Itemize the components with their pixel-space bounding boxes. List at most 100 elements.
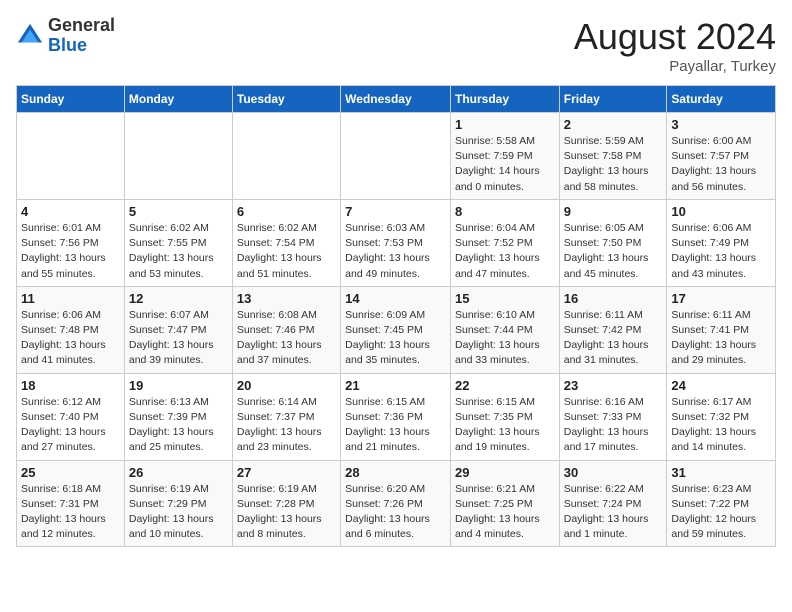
day-info: Sunrise: 6:21 AM Sunset: 7:25 PM Dayligh… bbox=[455, 482, 555, 543]
day-of-week-header: Monday bbox=[124, 86, 232, 113]
day-number: 26 bbox=[129, 465, 228, 480]
day-info: Sunrise: 6:04 AM Sunset: 7:52 PM Dayligh… bbox=[455, 221, 555, 282]
calendar-cell: 7 Sunrise: 6:03 AM Sunset: 7:53 PM Daylig… bbox=[341, 199, 451, 286]
calendar-cell bbox=[17, 113, 125, 200]
calendar-cell: 16 Sunrise: 6:11 AM Sunset: 7:42 PM Dayli… bbox=[559, 286, 667, 373]
day-number: 25 bbox=[21, 465, 120, 480]
calendar-week-row: 4Sunrise: 6:01 AM Sunset: 7:56 PM Daylig… bbox=[17, 199, 776, 286]
calendar-cell: 24Sunrise: 6:17 AM Sunset: 7:32 PM Dayli… bbox=[667, 373, 776, 460]
page-header: General Blue August 2024 Payallar, Turke… bbox=[16, 16, 776, 75]
calendar-cell bbox=[232, 113, 340, 200]
calendar-cell: 15 Sunrise: 6:10 AM Sunset: 7:44 PM Dayli… bbox=[450, 286, 559, 373]
calendar-header: SundayMondayTuesdayWednesdayThursdayFrid… bbox=[17, 86, 776, 113]
calendar-cell: 3 Sunrise: 6:00 AM Sunset: 7:57 PM Daylig… bbox=[667, 113, 776, 200]
day-info: Sunrise: 6:14 AM Sunset: 7:37 PM Dayligh… bbox=[237, 395, 336, 456]
day-number: 4 bbox=[21, 204, 120, 219]
day-info: Sunrise: 6:23 AM Sunset: 7:22 PM Dayligh… bbox=[671, 482, 771, 543]
day-info: Sunrise: 6:13 AM Sunset: 7:39 PM Dayligh… bbox=[129, 395, 228, 456]
calendar-cell: 25 Sunrise: 6:18 AM Sunset: 7:31 PM Dayli… bbox=[17, 460, 125, 547]
calendar-cell bbox=[341, 113, 451, 200]
day-number: 11 bbox=[21, 291, 120, 306]
month-year-title: August 2024 bbox=[574, 16, 776, 58]
day-number: 30 bbox=[564, 465, 663, 480]
calendar-table: SundayMondayTuesdayWednesdayThursdayFrid… bbox=[16, 85, 776, 547]
day-info: Sunrise: 6:15 AM Sunset: 7:36 PM Dayligh… bbox=[345, 395, 446, 456]
calendar-cell: 5Sunrise: 6:02 AM Sunset: 7:55 PM Daylig… bbox=[124, 199, 232, 286]
calendar-cell: 4Sunrise: 6:01 AM Sunset: 7:56 PM Daylig… bbox=[17, 199, 125, 286]
day-number: 13 bbox=[237, 291, 336, 306]
day-info: Sunrise: 6:09 AM Sunset: 7:45 PM Dayligh… bbox=[345, 308, 446, 369]
day-number: 9 bbox=[564, 204, 663, 219]
day-number: 29 bbox=[455, 465, 555, 480]
day-of-week-header: Friday bbox=[559, 86, 667, 113]
calendar-cell: 26 Sunrise: 6:19 AM Sunset: 7:29 PM Dayli… bbox=[124, 460, 232, 547]
day-number: 15 bbox=[455, 291, 555, 306]
calendar-cell: 11 Sunrise: 6:06 AM Sunset: 7:48 PM Dayli… bbox=[17, 286, 125, 373]
calendar-cell: 23Sunrise: 6:16 AM Sunset: 7:33 PM Dayli… bbox=[559, 373, 667, 460]
calendar-week-row: 18 Sunrise: 6:12 AM Sunset: 7:40 PM Dayli… bbox=[17, 373, 776, 460]
day-number: 31 bbox=[671, 465, 771, 480]
day-info: Sunrise: 6:11 AM Sunset: 7:42 PM Dayligh… bbox=[564, 308, 663, 369]
day-number: 8 bbox=[455, 204, 555, 219]
day-number: 28 bbox=[345, 465, 446, 480]
day-of-week-header: Saturday bbox=[667, 86, 776, 113]
day-info: Sunrise: 6:20 AM Sunset: 7:26 PM Dayligh… bbox=[345, 482, 446, 543]
calendar-cell: 2 Sunrise: 5:59 AM Sunset: 7:58 PM Daylig… bbox=[559, 113, 667, 200]
day-number: 21 bbox=[345, 378, 446, 393]
day-of-week-header: Wednesday bbox=[341, 86, 451, 113]
day-number: 18 bbox=[21, 378, 120, 393]
day-number: 14 bbox=[345, 291, 446, 306]
calendar-week-row: 11 Sunrise: 6:06 AM Sunset: 7:48 PM Dayli… bbox=[17, 286, 776, 373]
calendar-cell: 17 Sunrise: 6:11 AM Sunset: 7:41 PM Dayli… bbox=[667, 286, 776, 373]
day-info: Sunrise: 6:03 AM Sunset: 7:53 PM Dayligh… bbox=[345, 221, 446, 282]
calendar-cell: 30 Sunrise: 6:22 AM Sunset: 7:24 PM Dayli… bbox=[559, 460, 667, 547]
calendar-week-row: 1Sunrise: 5:58 AM Sunset: 7:59 PM Daylig… bbox=[17, 113, 776, 200]
logo-icon bbox=[16, 22, 44, 50]
calendar-cell: 19Sunrise: 6:13 AM Sunset: 7:39 PM Dayli… bbox=[124, 373, 232, 460]
calendar-week-row: 25 Sunrise: 6:18 AM Sunset: 7:31 PM Dayli… bbox=[17, 460, 776, 547]
day-number: 6 bbox=[237, 204, 336, 219]
calendar-cell: 10Sunrise: 6:06 AM Sunset: 7:49 PM Dayli… bbox=[667, 199, 776, 286]
day-number: 23 bbox=[564, 378, 663, 393]
day-of-week-header: Tuesday bbox=[232, 86, 340, 113]
day-info: Sunrise: 6:02 AM Sunset: 7:54 PM Dayligh… bbox=[237, 221, 336, 282]
calendar-cell: 9Sunrise: 6:05 AM Sunset: 7:50 PM Daylig… bbox=[559, 199, 667, 286]
logo-general-text: General bbox=[48, 15, 115, 35]
day-number: 20 bbox=[237, 378, 336, 393]
day-info: Sunrise: 6:07 AM Sunset: 7:47 PM Dayligh… bbox=[129, 308, 228, 369]
day-number: 7 bbox=[345, 204, 446, 219]
day-number: 17 bbox=[671, 291, 771, 306]
calendar-cell: 27Sunrise: 6:19 AM Sunset: 7:28 PM Dayli… bbox=[232, 460, 340, 547]
day-info: Sunrise: 5:59 AM Sunset: 7:58 PM Dayligh… bbox=[564, 134, 663, 195]
location-subtitle: Payallar, Turkey bbox=[574, 58, 776, 75]
calendar-cell: 18 Sunrise: 6:12 AM Sunset: 7:40 PM Dayli… bbox=[17, 373, 125, 460]
day-info: Sunrise: 6:08 AM Sunset: 7:46 PM Dayligh… bbox=[237, 308, 336, 369]
logo: General Blue bbox=[16, 16, 115, 56]
calendar-cell: 6 Sunrise: 6:02 AM Sunset: 7:54 PM Daylig… bbox=[232, 199, 340, 286]
calendar-cell: 8 Sunrise: 6:04 AM Sunset: 7:52 PM Daylig… bbox=[450, 199, 559, 286]
calendar-cell: 13 Sunrise: 6:08 AM Sunset: 7:46 PM Dayli… bbox=[232, 286, 340, 373]
day-number: 10 bbox=[671, 204, 771, 219]
day-info: Sunrise: 6:18 AM Sunset: 7:31 PM Dayligh… bbox=[21, 482, 120, 543]
day-info: Sunrise: 6:06 AM Sunset: 7:48 PM Dayligh… bbox=[21, 308, 120, 369]
day-number: 16 bbox=[564, 291, 663, 306]
day-info: Sunrise: 6:11 AM Sunset: 7:41 PM Dayligh… bbox=[671, 308, 771, 369]
day-info: Sunrise: 6:19 AM Sunset: 7:29 PM Dayligh… bbox=[129, 482, 228, 543]
day-of-week-header: Sunday bbox=[17, 86, 125, 113]
day-info: Sunrise: 5:58 AM Sunset: 7:59 PM Dayligh… bbox=[455, 134, 555, 195]
calendar-body: 1Sunrise: 5:58 AM Sunset: 7:59 PM Daylig… bbox=[17, 113, 776, 547]
title-block: August 2024 Payallar, Turkey bbox=[574, 16, 776, 75]
day-info: Sunrise: 6:10 AM Sunset: 7:44 PM Dayligh… bbox=[455, 308, 555, 369]
day-number: 2 bbox=[564, 117, 663, 132]
day-info: Sunrise: 6:12 AM Sunset: 7:40 PM Dayligh… bbox=[21, 395, 120, 456]
day-number: 3 bbox=[671, 117, 771, 132]
day-number: 27 bbox=[237, 465, 336, 480]
day-info: Sunrise: 6:00 AM Sunset: 7:57 PM Dayligh… bbox=[671, 134, 771, 195]
day-info: Sunrise: 6:15 AM Sunset: 7:35 PM Dayligh… bbox=[455, 395, 555, 456]
day-info: Sunrise: 6:02 AM Sunset: 7:55 PM Dayligh… bbox=[129, 221, 228, 282]
day-info: Sunrise: 6:22 AM Sunset: 7:24 PM Dayligh… bbox=[564, 482, 663, 543]
calendar-cell: 29 Sunrise: 6:21 AM Sunset: 7:25 PM Dayli… bbox=[450, 460, 559, 547]
calendar-cell: 12Sunrise: 6:07 AM Sunset: 7:47 PM Dayli… bbox=[124, 286, 232, 373]
calendar-cell: 31 Sunrise: 6:23 AM Sunset: 7:22 PM Dayli… bbox=[667, 460, 776, 547]
logo-blue-text: Blue bbox=[48, 35, 87, 55]
